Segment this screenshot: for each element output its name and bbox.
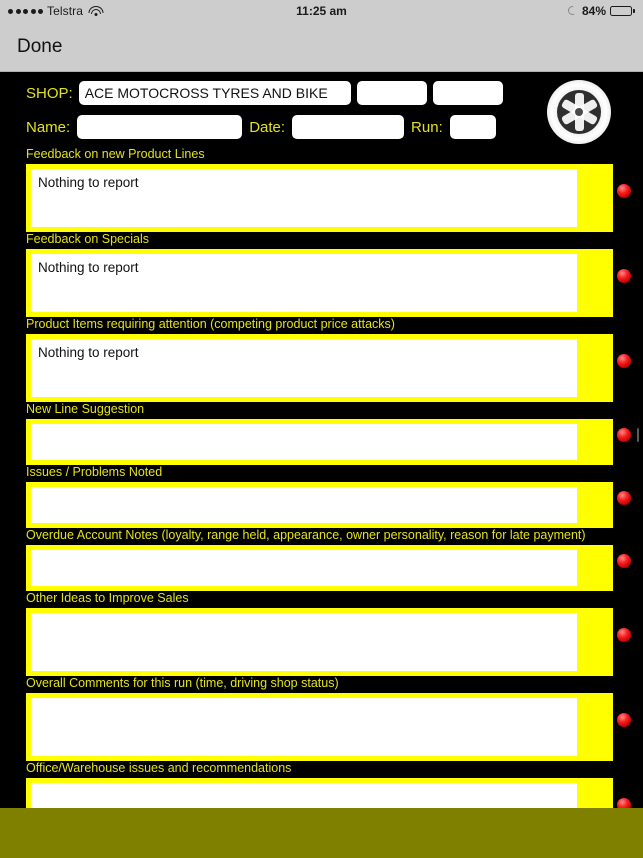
shop-row: SHOP: ACE MOTOCROSS TYRES AND BIKE [0, 72, 643, 105]
done-button[interactable]: Done [17, 36, 62, 58]
section-box: Nothing to report [26, 334, 613, 402]
battery-percent-label: 84% [581, 4, 606, 18]
form-section: Other Ideas to Improve Sales [0, 591, 643, 676]
name-label: Name: [26, 118, 71, 136]
sections-list: Feedback on new Product Lines Nothing to … [0, 139, 643, 808]
section-label: Feedback on Specials [26, 232, 149, 246]
status-bar: Telstra 11:25 am 84% [0, 0, 643, 22]
record-indicator-button[interactable] [617, 428, 631, 442]
section-textarea[interactable]: Nothing to report [31, 254, 577, 312]
section-box: Nothing to report [26, 249, 613, 317]
record-indicator-button[interactable] [617, 269, 631, 283]
section-textarea[interactable] [31, 613, 577, 671]
wheel-spoke [574, 112, 584, 131]
shop-label: SHOP: [26, 84, 73, 102]
date-label: Date: [249, 118, 286, 136]
section-label: Issues / Problems Noted [26, 465, 163, 479]
battery-icon [610, 6, 635, 16]
shop-extra-input-2[interactable] [432, 81, 503, 105]
section-label: Office/Warehouse issues and recommendati… [26, 761, 292, 775]
section-box [26, 693, 613, 761]
form-section: Overall Comments for this run (time, dri… [0, 676, 643, 761]
form-section: Issues / Problems Noted [0, 465, 643, 528]
section-label: Overdue Account Notes (loyalty, range he… [26, 528, 586, 542]
section-textarea[interactable] [31, 550, 577, 586]
record-indicator-button[interactable] [617, 628, 631, 642]
section-box [26, 482, 613, 528]
wheel-spoke [574, 93, 584, 112]
record-indicator-button[interactable] [617, 184, 631, 198]
record-indicator-button[interactable] [617, 798, 631, 808]
record-indicator-button[interactable] [617, 713, 631, 727]
section-box [26, 545, 613, 591]
section-label: Overall Comments for this run (time, dri… [26, 676, 339, 690]
wifi-icon [88, 5, 104, 17]
section-label: Product Items requiring attention (compe… [26, 317, 395, 331]
form-section: Feedback on new Product Lines Nothing to … [0, 147, 643, 232]
section-box [26, 778, 613, 808]
section-textarea[interactable] [31, 783, 577, 808]
scroll-indicator[interactable] [637, 428, 639, 442]
report-form: SHOP: ACE MOTOCROSS TYRES AND BIKE Name:… [0, 72, 643, 808]
section-box [26, 608, 613, 676]
section-box [26, 419, 613, 465]
wheel-rim [557, 90, 601, 134]
run-input[interactable] [449, 115, 496, 139]
footer-band [0, 808, 643, 858]
name-input[interactable] [77, 115, 243, 139]
signal-strength-icon [8, 8, 43, 14]
section-box: Nothing to report [26, 164, 613, 232]
section-textarea[interactable] [31, 487, 577, 523]
section-textarea[interactable] [31, 698, 577, 756]
form-section: Feedback on Specials Nothing to report [0, 232, 643, 317]
moon-icon [567, 6, 578, 16]
record-indicator-button[interactable] [617, 354, 631, 368]
form-section: Overdue Account Notes (loyalty, range he… [0, 528, 643, 591]
form-section: New Line Suggestion [0, 402, 643, 465]
status-bar-right: 84% [567, 4, 635, 18]
carrier-label: Telstra [47, 4, 84, 18]
record-indicator-button[interactable] [617, 554, 631, 568]
date-input[interactable] [292, 115, 405, 139]
navigation-bar: Done [0, 22, 643, 72]
shop-extra-input-1[interactable] [356, 81, 427, 105]
form-section: Product Items requiring attention (compe… [0, 317, 643, 402]
section-textarea[interactable]: Nothing to report [31, 339, 577, 397]
section-textarea[interactable]: Nothing to report [31, 169, 577, 227]
section-label: Other Ideas to Improve Sales [26, 591, 189, 605]
section-label: Feedback on new Product Lines [26, 147, 205, 161]
section-textarea[interactable] [31, 424, 577, 460]
wheel-icon [547, 80, 611, 144]
form-section: Office/Warehouse issues and recommendati… [0, 761, 643, 808]
section-label: New Line Suggestion [26, 402, 145, 416]
shop-input[interactable]: ACE MOTOCROSS TYRES AND BIKE [78, 81, 351, 105]
record-indicator-button[interactable] [617, 491, 631, 505]
status-bar-left: Telstra [8, 4, 104, 18]
run-label: Run: [411, 118, 443, 136]
